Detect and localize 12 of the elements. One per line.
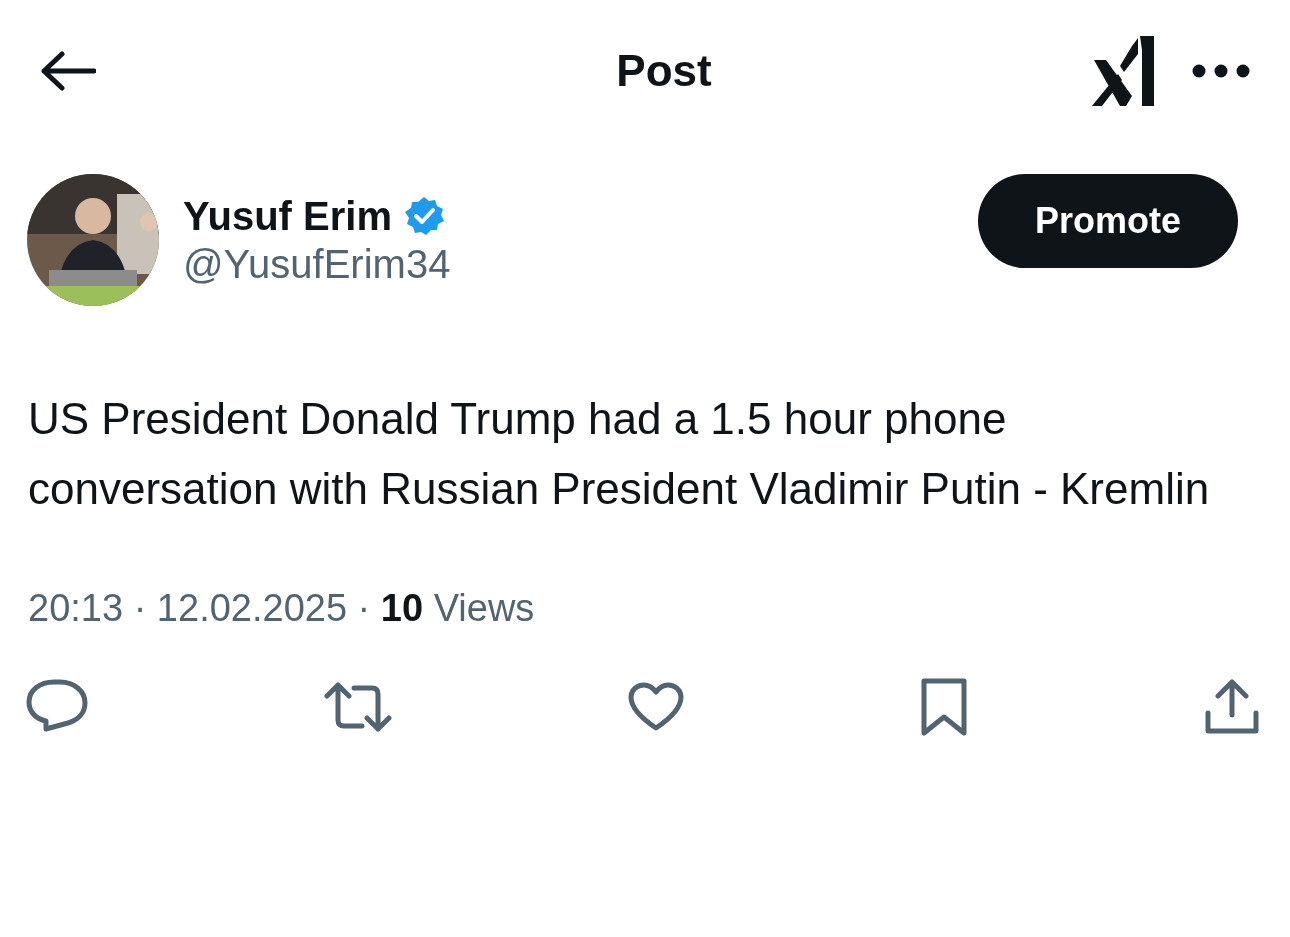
page-title: Post <box>616 45 712 97</box>
post-text: US President Donald Trump had a 1.5 hour phone conversation with Russian President Vladimir Putin - Kremlin <box>27 393 1211 515</box>
promote-button[interactable]: Promote <box>978 174 1238 268</box>
heart-icon[interactable] <box>628 682 684 732</box>
more-icon[interactable] <box>1192 64 1250 78</box>
share-icon[interactable] <box>1204 679 1260 735</box>
bookmark-icon[interactable] <box>920 677 968 737</box>
author-handle: @YusufErim34 <box>183 241 451 288</box>
post-meta: 20:13 · 12.02.2025 · 10 Views <box>27 586 536 631</box>
author-name: Yusuf Erim <box>183 193 392 240</box>
back-icon[interactable] <box>40 51 96 91</box>
repost-icon[interactable] <box>324 682 392 732</box>
